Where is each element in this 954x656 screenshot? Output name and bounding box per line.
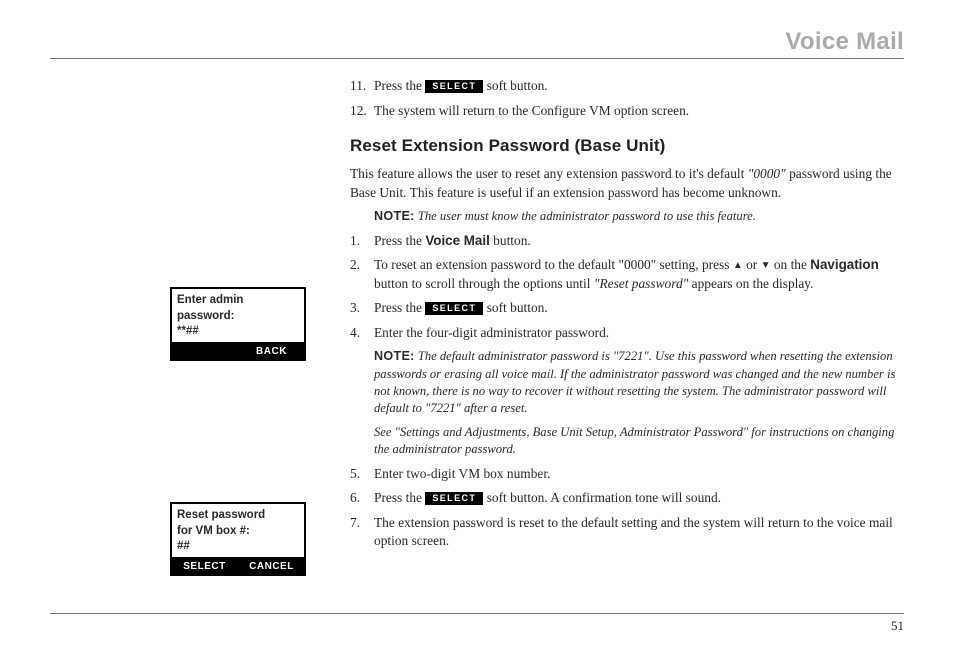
step-7: 7. The extension password is reset to th…	[350, 514, 904, 551]
text: button to scroll through the options unt…	[374, 276, 594, 291]
text: Press the	[374, 78, 425, 93]
step-body: Press the SELECT soft button.	[374, 299, 904, 318]
step-number: 4.	[350, 324, 374, 343]
step-number: 12.	[350, 102, 374, 121]
note-label: NOTE:	[374, 349, 415, 363]
lcd-text: Reset password for VM box #: ##	[177, 508, 299, 555]
step-body: Press the Voice Mail button.	[374, 232, 904, 251]
step-number: 3.	[350, 299, 374, 318]
step-body: The system will return to the Configure …	[374, 102, 904, 121]
note-admin-required: NOTE: The user must know the administrat…	[374, 208, 904, 225]
note-label: NOTE:	[374, 209, 415, 223]
step-number: 1.	[350, 232, 374, 251]
step-body: Press the SELECT soft button.	[374, 77, 904, 96]
softkey-left	[172, 342, 237, 360]
lcd-line: for VM box #:	[177, 524, 299, 540]
section-title: Voice Mail	[785, 28, 904, 55]
page-number: 51	[891, 618, 904, 633]
lcd-line: Reset password	[177, 508, 299, 524]
softkey-right-back: BACK	[237, 342, 304, 360]
note-body: The default administrator password is "7…	[374, 349, 895, 415]
step-number: 7.	[350, 514, 374, 551]
step-4: 4. Enter the four-digit administrator pa…	[350, 324, 904, 343]
text: Press the	[374, 300, 425, 315]
text: soft button.	[487, 300, 548, 315]
navigation-button-label: Navigation	[810, 257, 878, 272]
text: soft button. A confirmation tone will so…	[487, 490, 721, 505]
content-columns: Enter admin password: **## BACK Reset pa…	[50, 77, 904, 557]
lcd-reset-password: Reset password for VM box #: ## SELECT C…	[170, 502, 306, 576]
subsection-heading: Reset Extension Password (Base Unit)	[350, 134, 904, 157]
text: on the	[771, 257, 811, 272]
step-2: 2. To reset an extension password to the…	[350, 256, 904, 293]
step-body: Press the SELECT soft button. A confirma…	[374, 489, 904, 508]
lcd-text: Enter admin password: **##	[177, 293, 299, 340]
lcd-softkeys: BACK	[172, 342, 304, 360]
text: Press the	[374, 490, 425, 505]
up-arrow-icon: ▲	[733, 260, 743, 271]
voice-mail-button-label: Voice Mail	[425, 233, 490, 248]
text: appears on the display.	[688, 276, 813, 291]
page-footer: 51	[50, 613, 904, 634]
select-chip-icon: SELECT	[425, 302, 483, 315]
text: or	[743, 257, 761, 272]
note-default-admin-password: NOTE: The default administrator password…	[374, 348, 904, 418]
text: To reset an extension password to the de…	[374, 257, 733, 272]
softkey-right-cancel: CANCEL	[237, 557, 304, 575]
lead-paragraph: This feature allows the user to reset an…	[350, 165, 904, 202]
step-6: 6. Press the SELECT soft button. A confi…	[350, 489, 904, 508]
lcd-admin-password: Enter admin password: **## BACK	[170, 287, 306, 361]
note-body: The user must know the administrator pas…	[415, 209, 756, 223]
step-number: 2.	[350, 256, 374, 293]
default-password-value: "0000"	[748, 166, 786, 181]
reset-password-option: "Reset password"	[594, 276, 688, 291]
page-header: Voice Mail	[50, 28, 904, 59]
text: Press the	[374, 233, 425, 248]
note-body: See "Settings and Adjustments, Base Unit…	[374, 425, 894, 456]
step-3: 3. Press the SELECT soft button.	[350, 299, 904, 318]
lcd-line: ##	[177, 539, 299, 555]
text: This feature allows the user to reset an…	[350, 166, 748, 181]
text: soft button.	[487, 78, 548, 93]
lcd-line: **##	[177, 324, 299, 340]
step-number: 5.	[350, 465, 374, 484]
text: button.	[490, 233, 531, 248]
step-body: Enter the four-digit administrator passw…	[374, 324, 904, 343]
step-body: Enter two-digit VM box number.	[374, 465, 904, 484]
lcd-line: password:	[177, 309, 299, 325]
softkey-left-select: SELECT	[172, 557, 237, 575]
select-chip-icon: SELECT	[425, 80, 483, 93]
step-number: 11.	[350, 77, 374, 96]
down-arrow-icon: ▼	[761, 260, 771, 271]
note-see-settings: See "Settings and Adjustments, Base Unit…	[374, 424, 904, 459]
lcd-line: Enter admin	[177, 293, 299, 309]
step-11: 11. Press the SELECT soft button.	[350, 77, 904, 96]
step-12: 12. The system will return to the Config…	[350, 102, 904, 121]
select-chip-icon: SELECT	[425, 492, 483, 505]
sidebar: Enter admin password: **## BACK Reset pa…	[50, 77, 330, 557]
step-5: 5. Enter two-digit VM box number.	[350, 465, 904, 484]
step-number: 6.	[350, 489, 374, 508]
main-content: 11. Press the SELECT soft button. 12. Th…	[350, 77, 904, 557]
step-body: To reset an extension password to the de…	[374, 256, 904, 293]
step-1: 1. Press the Voice Mail button.	[350, 232, 904, 251]
step-body: The extension password is reset to the d…	[374, 514, 904, 551]
lcd-softkeys: SELECT CANCEL	[172, 557, 304, 575]
